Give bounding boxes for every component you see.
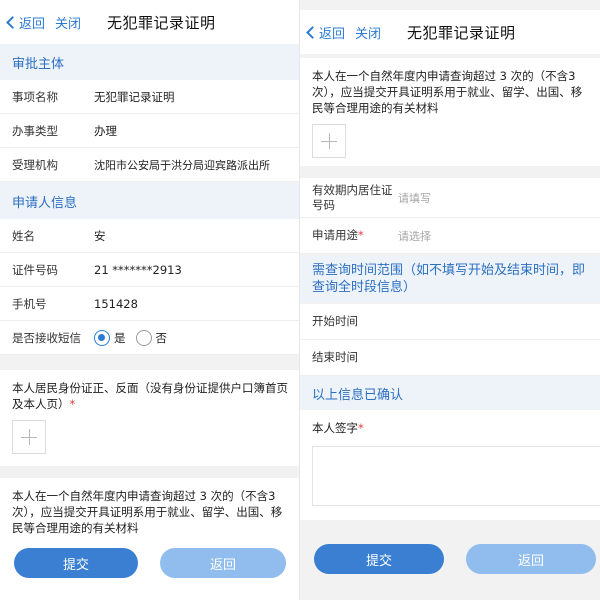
section-applicant-info: 申请人信息 — [0, 183, 300, 219]
required-mark: * — [358, 421, 364, 435]
left-screen: 返回 关闭 无犯罪记录证明 审批主体 事项名称 无犯罪记录证明 办事类型 办理 … — [0, 0, 300, 600]
section-confirmed: 以上信息已确认 — [300, 376, 600, 410]
purpose-label: 申请用途 — [312, 228, 358, 242]
back-link[interactable]: 返回 — [306, 23, 346, 42]
end-time-row[interactable]: 结束时间 — [300, 340, 600, 376]
field-label: 受理机构 — [12, 157, 58, 172]
field-value: 沈阳市公安局于洪分局迎宾路派出所 — [94, 158, 270, 172]
field-label: 是否接收短信 — [12, 330, 81, 345]
back-label: 返回 — [319, 26, 346, 42]
start-time-label: 开始时间 — [312, 314, 358, 328]
field-label: 手机号 — [12, 296, 47, 311]
purpose-row[interactable]: 申请用途* 请选择 — [300, 218, 600, 254]
field-label: 申请用途* — [300, 228, 398, 243]
right-screen: 返回 关闭 无犯罪记录证明 本人在一个自然年度内申请查询超过 3 次的（不含3次… — [300, 0, 600, 600]
signature-text: 本人签字 — [312, 421, 358, 435]
page-title: 无犯罪记录证明 — [407, 23, 516, 42]
service-type-row: 办事类型 办理 — [0, 114, 300, 148]
accepting-agency-row: 受理机构 沈阳市公安局于洪分局迎宾路派出所 — [0, 148, 300, 182]
radio-unchecked-icon — [135, 329, 152, 346]
radio-label: 是 — [114, 330, 126, 345]
field-label: 证件号码 — [12, 262, 58, 277]
end-time-label: 结束时间 — [312, 350, 358, 364]
field-value: 21 *******2913 — [94, 262, 182, 277]
query-notice-block: 本人在一个自然年度内申请查询超过 3 次的（不含3次），应当提交开具证明系用于就… — [300, 58, 600, 166]
add-material-button[interactable] — [312, 124, 346, 158]
return-button[interactable]: 返回 — [466, 544, 596, 574]
residence-permit-row[interactable]: 有效期内居住证号码 请填写 — [300, 178, 600, 218]
add-id-photo-button[interactable] — [12, 420, 46, 454]
id-upload-block: 本人居民身份证正、反面（没有身份证提供户口簿首页及本人页）* — [0, 370, 300, 466]
residence-permit-input[interactable]: 请填写 — [398, 190, 431, 206]
field-value: 无犯罪记录证明 — [94, 89, 175, 104]
radio-label: 否 — [155, 330, 168, 345]
field-label: 事项名称 — [12, 89, 58, 104]
return-button[interactable]: 返回 — [160, 548, 286, 578]
sms-radio-group: 是 否 — [94, 329, 177, 346]
radio-checked-icon — [94, 329, 110, 346]
field-label: 姓名 — [12, 228, 35, 243]
query-notice-text: 本人在一个自然年度内申请查询超过 3 次的（不含3次），应当提交开具证明系用于就… — [12, 489, 283, 535]
section-time-range: 需查询时间范围（如不填写开始及结束时间，即查询全时段信息） — [300, 256, 600, 302]
query-notice-block: 本人在一个自然年度内申请查询超过 3 次的（不含3次），应当提交开具证明系用于就… — [0, 478, 300, 600]
id-upload-text: 本人居民身份证正、反面（没有身份证提供户口簿首页及本人页） — [12, 381, 288, 411]
sms-row: 是否接收短信 是 否 — [0, 321, 300, 355]
purpose-select[interactable]: 请选择 — [398, 228, 431, 244]
id-upload-label: 本人居民身份证正、反面（没有身份证提供户口簿首页及本人页）* — [12, 380, 288, 412]
item-name-row: 事项名称 无犯罪记录证明 — [0, 80, 300, 114]
signature-pad[interactable] — [312, 446, 600, 506]
back-label: 返回 — [19, 16, 46, 32]
chevron-left-icon — [6, 15, 19, 29]
sms-no-radio[interactable]: 否 — [135, 329, 168, 346]
nav-bar: 返回 关闭 无犯罪记录证明 — [0, 0, 300, 44]
back-link[interactable]: 返回 — [6, 13, 46, 32]
chevron-left-icon — [306, 25, 319, 39]
submit-button[interactable]: 提交 — [314, 544, 444, 574]
phone-row: 手机号 151428 — [0, 287, 300, 321]
field-value: 办理 — [94, 123, 117, 138]
id-number-row: 证件号码 21 *******2913 — [0, 253, 300, 287]
submit-button[interactable]: 提交 — [14, 548, 138, 578]
nav-bar: 返回 关闭 无犯罪记录证明 — [300, 10, 600, 54]
required-mark: * — [69, 397, 76, 411]
field-value: 151428 — [94, 296, 138, 311]
required-mark: * — [358, 228, 364, 242]
field-label: 有效期内居住证号码 — [312, 182, 393, 212]
section-approval-subject: 审批主体 — [0, 44, 300, 80]
field-label: 办事类型 — [12, 123, 58, 138]
query-notice-text: 本人在一个自然年度内申请查询超过 3 次的（不含3次），应当提交开具证明系用于就… — [312, 69, 583, 115]
sms-yes-radio[interactable]: 是 — [94, 329, 126, 346]
time-range-header: 需查询时间范围（如不填写开始及结束时间，即查询全时段信息） — [312, 263, 586, 295]
close-link[interactable]: 关闭 — [55, 13, 81, 32]
field-value: 安 — [94, 228, 106, 243]
close-link[interactable]: 关闭 — [355, 23, 381, 42]
start-time-row[interactable]: 开始时间 — [300, 304, 600, 340]
signature-label: 本人签字* — [312, 420, 588, 436]
name-row: 姓名 安 — [0, 219, 300, 253]
page-title: 无犯罪记录证明 — [107, 13, 216, 32]
